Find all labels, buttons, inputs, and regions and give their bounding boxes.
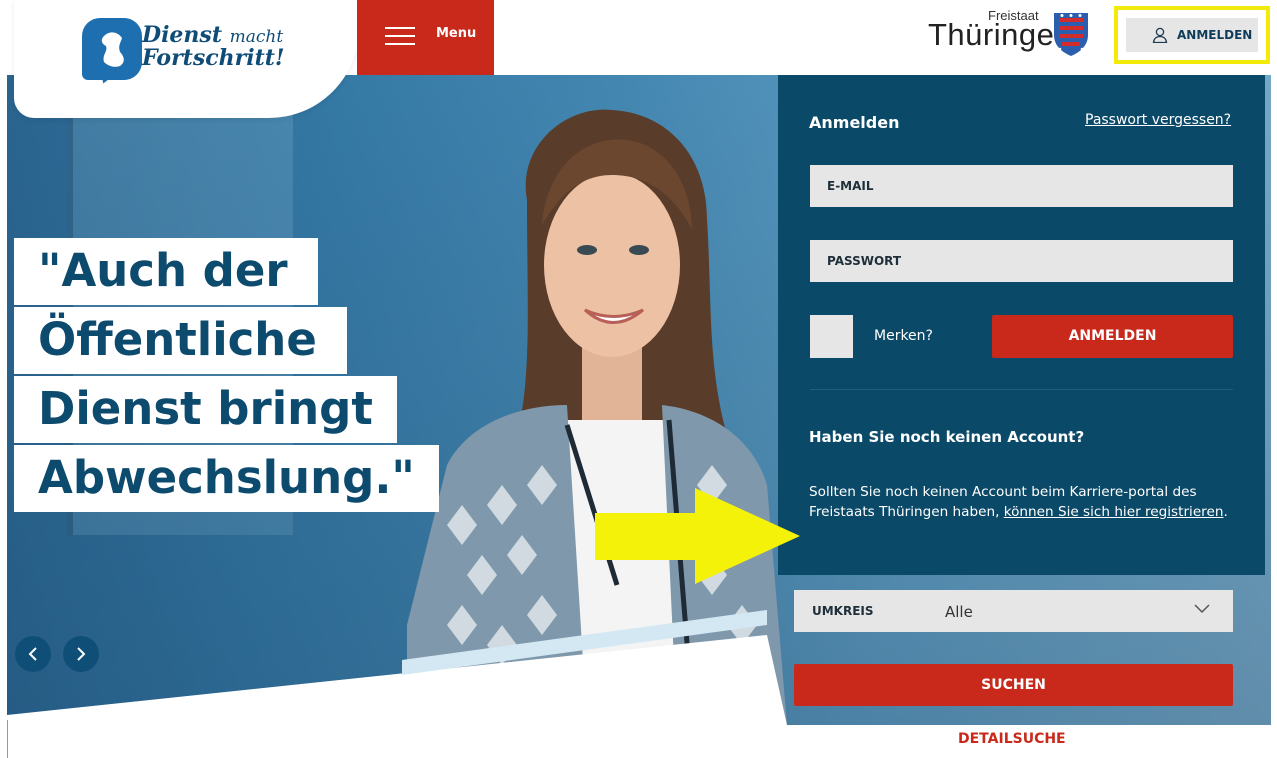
header-login-button[interactable]: ANMELDEN	[1126, 18, 1258, 52]
radius-label: UMKREIS	[812, 604, 874, 618]
menu-label: Menu	[436, 26, 477, 41]
password-field[interactable]: PASSWORT	[810, 240, 1233, 282]
chevron-left-icon	[28, 647, 37, 661]
speech-bubble-logo-icon	[82, 18, 142, 87]
radius-value: Alle	[945, 603, 973, 621]
hero-quote-line-2: Öffentliche	[14, 307, 347, 374]
remember-label: Merken?	[874, 328, 933, 344]
header-login-highlight: ANMELDEN	[1114, 6, 1270, 64]
state-logo-name: Thüringen	[928, 17, 1073, 52]
no-account-text: Sollten Sie noch keinen Account beim Kar…	[809, 482, 1239, 522]
register-link[interactable]: können Sie sich hier registrieren	[1004, 504, 1224, 520]
chevron-down-icon	[1194, 604, 1210, 614]
logo-word-fortschritt: Fortschritt!	[142, 45, 285, 72]
menu-button[interactable]: Menu	[357, 0, 494, 75]
forgot-password-link[interactable]: Passwort vergessen?	[1085, 112, 1231, 128]
yellow-arrow-annotation-icon	[595, 488, 800, 584]
remember-checkbox[interactable]	[810, 315, 853, 358]
carousel-prev-button[interactable]	[15, 636, 51, 672]
carousel-next-button[interactable]	[63, 636, 99, 672]
hero-quote-line-3: Dienst bringt	[14, 376, 397, 443]
radius-select[interactable]: UMKREIS Alle	[794, 590, 1233, 632]
hero-quote-line-4: Abwechslung."	[14, 445, 439, 512]
login-submit-button[interactable]: ANMELDEN	[992, 315, 1233, 358]
login-panel: Anmelden Passwort vergessen? E-MAIL PASS…	[778, 75, 1265, 575]
chevron-right-icon	[77, 647, 86, 661]
panel-divider	[810, 389, 1233, 390]
search-button[interactable]: SUCHEN	[794, 664, 1233, 706]
hero-quote-line-1: "Auch der	[14, 238, 318, 305]
coat-of-arms-icon	[1054, 13, 1088, 56]
detail-search-link[interactable]: DETAILSUCHE	[958, 731, 1066, 747]
user-icon	[1152, 27, 1168, 43]
hamburger-icon	[385, 27, 415, 45]
site-logo[interactable]: Dienst macht Fortschritt!	[14, 0, 359, 118]
logo-word-macht: macht	[229, 27, 284, 47]
login-title: Anmelden	[809, 113, 900, 132]
header-login-label: ANMELDEN	[1177, 28, 1253, 42]
email-field[interactable]: E-MAIL	[810, 165, 1233, 207]
no-account-heading: Haben Sie noch keinen Account?	[809, 428, 1085, 446]
logo-word-dienst: Dienst	[142, 22, 222, 48]
register-suffix: .	[1223, 504, 1228, 520]
